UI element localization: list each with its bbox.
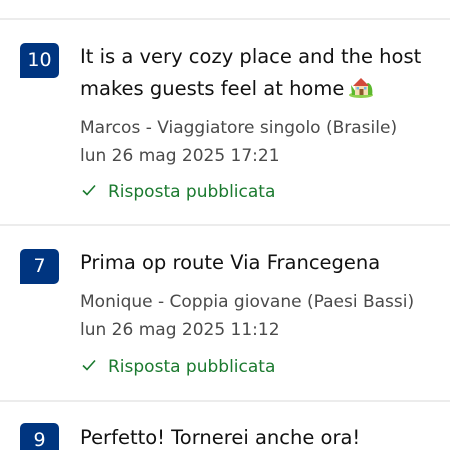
response-status: Risposta pubblicata	[82, 355, 275, 379]
score-badge: 7	[20, 249, 59, 284]
house-with-garden-icon	[349, 78, 374, 98]
review-title: It is a very cozy place and the host mak…	[80, 41, 435, 105]
checkmark-icon	[82, 184, 96, 196]
divider	[0, 18, 450, 20]
response-status-label: Risposta pubblicata	[108, 182, 276, 202]
review-author: Monique - Coppia giovane (Paesi Bassi)	[80, 292, 415, 312]
response-status-label: Risposta pubblicata	[108, 357, 276, 377]
score-badge: 10	[20, 43, 59, 78]
divider	[0, 224, 450, 226]
review-date: lun 26 mag 2025 17:21	[80, 146, 280, 166]
divider	[0, 400, 450, 402]
review-date: lun 26 mag 2025 11:12	[80, 320, 280, 340]
checkmark-icon	[82, 359, 96, 371]
review-title: Perfetto! Tornerei anche ora!	[80, 426, 361, 449]
review-author: Marcos - Viaggiatore singolo (Brasile)	[80, 118, 398, 138]
score-badge: 9	[20, 423, 59, 450]
reviews-list: 10 It is a very cozy place and the host …	[0, 0, 450, 450]
response-status: Risposta pubblicata	[82, 180, 275, 204]
review-title: Prima op route Via Francegena	[80, 251, 381, 274]
